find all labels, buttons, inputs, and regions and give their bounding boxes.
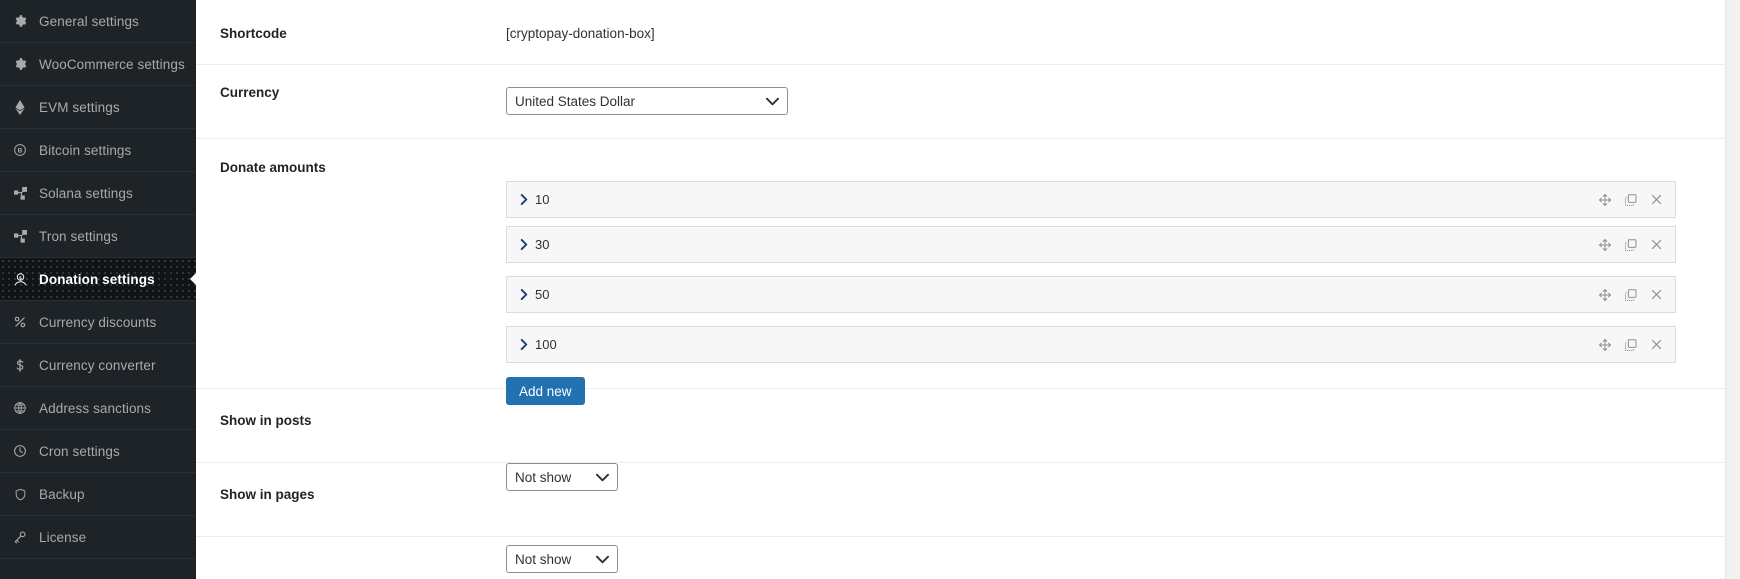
ethereum-icon — [9, 99, 31, 115]
settings-page: General settings WooCommerce settings EV… — [0, 0, 1740, 579]
donate-amount-row[interactable]: 50 — [506, 276, 1676, 313]
network-node-icon — [9, 186, 31, 201]
gear-icon — [9, 57, 31, 71]
show-in-pages-label: Show in pages — [220, 487, 315, 502]
bitcoin-icon: B — [9, 143, 31, 157]
donate-amount-value: 100 — [535, 337, 557, 352]
sidebar: General settings WooCommerce settings EV… — [0, 0, 196, 579]
sidebar-item-label: License — [39, 529, 87, 545]
donate-amount-row-actions — [1598, 238, 1663, 252]
close-icon[interactable] — [1650, 288, 1663, 301]
donate-amounts-label: Donate amounts — [220, 160, 326, 175]
sidebar-item-solana-settings[interactable]: Solana settings — [0, 172, 196, 215]
field-row-show-in-pages: Show in pages ? — [196, 463, 1740, 537]
sidebar-item-evm-settings[interactable]: EVM settings — [0, 86, 196, 129]
sidebar-item-label: Cron settings — [39, 443, 120, 459]
donate-amount-row-toggle[interactable]: 100 — [520, 337, 557, 352]
shortcode-label: Shortcode — [220, 26, 287, 41]
percent-icon — [9, 315, 31, 329]
add-new-button[interactable]: Add new — [506, 377, 585, 405]
duplicate-icon[interactable] — [1624, 338, 1638, 352]
sidebar-item-cron-settings[interactable]: Cron settings — [0, 430, 196, 473]
network-node-icon — [9, 229, 31, 244]
key-icon — [9, 530, 31, 544]
chevron-down-icon — [596, 473, 609, 482]
show-in-posts-select[interactable]: Not show — [506, 463, 618, 491]
sidebar-item-label: EVM settings — [39, 99, 120, 115]
show-in-posts-label: Show in posts — [220, 413, 312, 428]
sidebar-item-currency-converter[interactable]: Currency converter — [0, 344, 196, 387]
move-icon[interactable] — [1598, 238, 1612, 252]
sidebar-item-label: Currency converter — [39, 357, 156, 373]
show-in-pages-select[interactable]: Not show — [506, 545, 618, 573]
sidebar-item-label: WooCommerce settings — [39, 56, 185, 72]
currency-select-value: United States Dollar — [515, 93, 636, 109]
page-scrollbar-thumb[interactable] — [1728, 0, 1739, 240]
donate-amount-row-actions — [1598, 338, 1663, 352]
close-icon[interactable] — [1650, 238, 1663, 251]
sidebar-item-general-settings[interactable]: General settings — [0, 0, 196, 43]
shield-icon — [9, 487, 31, 502]
field-row-shortcode: Shortcode [cryptopay-donation-box] — [196, 0, 1740, 65]
donate-amount-row[interactable]: 30 — [506, 226, 1676, 263]
field-row-currency: Currency — [196, 65, 1740, 139]
move-icon[interactable] — [1598, 288, 1612, 302]
move-icon[interactable] — [1598, 193, 1612, 207]
gear-icon — [9, 14, 31, 28]
donate-amount-row[interactable]: 10 — [506, 181, 1676, 218]
duplicate-icon[interactable] — [1624, 193, 1638, 207]
sidebar-item-label: Currency discounts — [39, 314, 157, 330]
chevron-right-icon — [520, 339, 528, 350]
currency-select[interactable]: United States Dollar — [506, 87, 788, 115]
donate-amount-value: 30 — [535, 237, 550, 252]
close-icon[interactable] — [1650, 193, 1663, 206]
sidebar-item-label: Backup — [39, 486, 85, 502]
duplicate-icon[interactable] — [1624, 238, 1638, 252]
duplicate-icon[interactable] — [1624, 288, 1638, 302]
donate-amount-row-toggle[interactable]: 50 — [520, 287, 549, 302]
sidebar-item-currency-discounts[interactable]: Currency discounts — [0, 301, 196, 344]
donate-amount-row[interactable]: 100 — [506, 326, 1676, 363]
sidebar-item-backup[interactable]: Backup — [0, 473, 196, 516]
sidebar-item-label: Address sanctions — [39, 400, 152, 416]
move-icon[interactable] — [1598, 338, 1612, 352]
donate-amount-row-toggle[interactable]: 30 — [520, 237, 549, 252]
chevron-down-icon — [596, 555, 609, 564]
currency-label: Currency — [220, 85, 280, 100]
donate-amount-row-actions — [1598, 193, 1663, 207]
sidebar-item-label: Tron settings — [39, 228, 118, 244]
sidebar-item-label: Bitcoin settings — [39, 142, 132, 158]
sidebar-item-tron-settings[interactable]: Tron settings — [0, 215, 196, 258]
globe-icon — [9, 401, 31, 415]
donate-amount-row-toggle[interactable]: 10 — [520, 192, 549, 207]
sidebar-item-label: General settings — [39, 13, 139, 29]
sidebar-item-address-sanctions[interactable]: Address sanctions — [0, 387, 196, 430]
chevron-right-icon — [520, 289, 528, 300]
svg-text:B: B — [18, 148, 23, 155]
sidebar-item-woocommerce-settings[interactable]: WooCommerce settings — [0, 43, 196, 86]
page-scrollbar[interactable] — [1725, 0, 1740, 579]
sidebar-item-label: Donation settings — [39, 271, 155, 287]
show-in-pages-select-value: Not show — [515, 551, 572, 567]
sidebar-item-license[interactable]: License — [0, 516, 196, 559]
chevron-right-icon — [520, 239, 528, 250]
donate-amount-value: 10 — [535, 192, 550, 207]
clock-icon — [9, 444, 31, 458]
donation-icon: $ — [9, 272, 31, 287]
sidebar-item-donation-settings[interactable]: $ Donation settings — [0, 258, 196, 301]
sidebar-item-label: Solana settings — [39, 185, 133, 201]
close-icon[interactable] — [1650, 338, 1663, 351]
chevron-right-icon — [520, 194, 528, 205]
donate-amount-value: 50 — [535, 287, 550, 302]
donate-amount-row-actions — [1598, 288, 1663, 302]
sidebar-item-bitcoin-settings[interactable]: B Bitcoin settings — [0, 129, 196, 172]
settings-content: Shortcode [cryptopay-donation-box] Curre… — [196, 0, 1740, 579]
dollar-icon — [9, 358, 31, 373]
chevron-down-icon — [766, 97, 779, 106]
svg-text:$: $ — [19, 275, 22, 280]
shortcode-value: [cryptopay-donation-box] — [506, 26, 655, 41]
field-row-show-in-posts: Show in posts ? — [196, 389, 1740, 463]
show-in-posts-select-value: Not show — [515, 469, 572, 485]
